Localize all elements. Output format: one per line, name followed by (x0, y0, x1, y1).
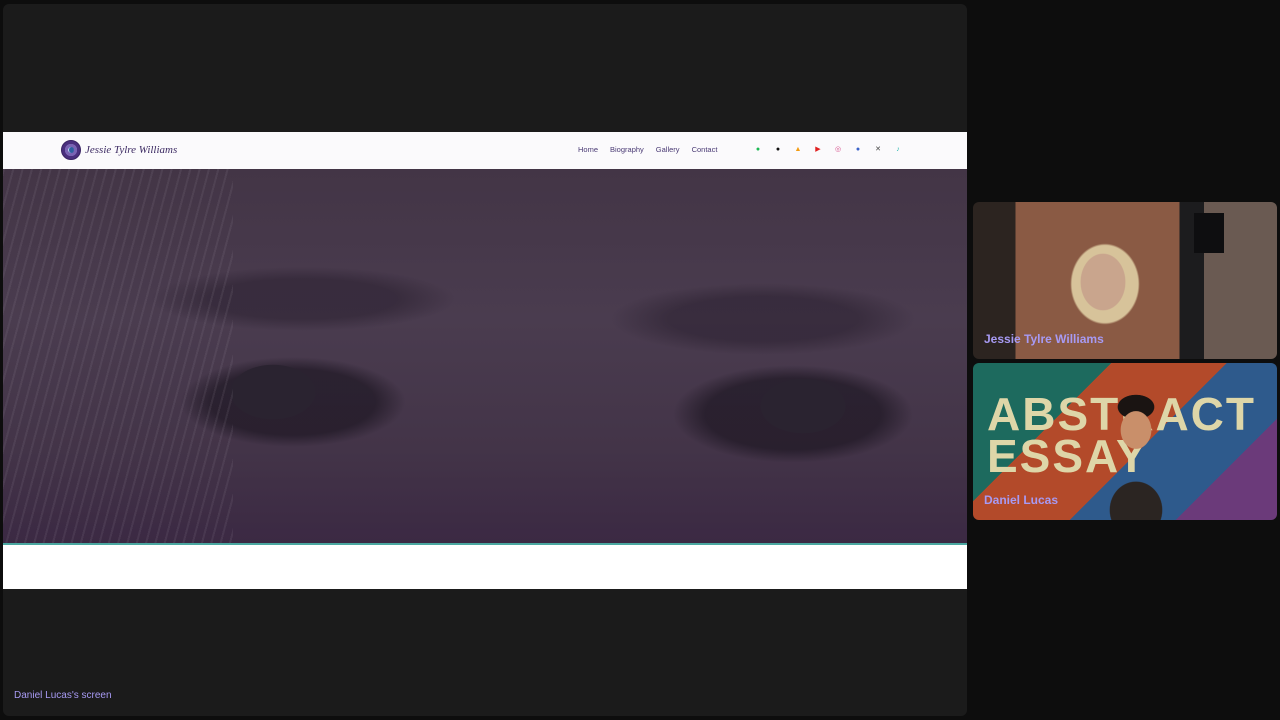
shared-screen-panel: Jessie Tylre Williams Home Biography Gal… (3, 4, 967, 716)
participant-tile-jessie[interactable]: Jessie Tylre Williams (973, 202, 1277, 359)
hero-image (3, 169, 967, 543)
screen-share-label: Daniel Lucas's screen (14, 690, 112, 701)
facebook-icon[interactable]: ● (854, 146, 862, 154)
participant-tile-daniel[interactable]: ABSTRACT ESSAY Daniel Lucas (973, 363, 1277, 520)
tiktok-icon[interactable]: ♪ (894, 146, 902, 154)
shared-website: Jessie Tylre Williams Home Biography Gal… (3, 132, 967, 589)
nav-link-gallery[interactable]: Gallery (656, 145, 680, 154)
hero-accent-line (3, 543, 967, 545)
site-navbar: Jessie Tylre Williams Home Biography Gal… (3, 132, 967, 169)
x-icon[interactable]: ✕ (874, 146, 882, 154)
brand-name: Jessie Tylre Williams (85, 144, 178, 156)
instagram-icon[interactable]: ◎ (834, 146, 842, 154)
apple-icon[interactable]: ● (774, 146, 782, 154)
nav-link-contact[interactable]: Contact (692, 145, 718, 154)
nav-link-home[interactable]: Home (578, 145, 598, 154)
participant-video (1099, 385, 1173, 520)
sidebar-empty-area (973, 523, 1277, 713)
youtube-icon[interactable]: ▶ (814, 146, 822, 154)
participant-name: Jessie Tylre Williams (984, 332, 1104, 346)
nav-link-biography[interactable]: Biography (610, 145, 644, 154)
spotify-icon[interactable]: ● (754, 146, 762, 154)
brand-logo-icon (61, 140, 81, 160)
site-menu: Home Biography Gallery Contact (578, 145, 717, 154)
site-brand[interactable]: Jessie Tylre Williams (61, 140, 177, 160)
social-links: ● ● ▲ ▶ ◎ ● ✕ ♪ (754, 146, 902, 154)
participant-name: Daniel Lucas (984, 493, 1059, 507)
amazon-icon[interactable]: ▲ (794, 146, 802, 154)
